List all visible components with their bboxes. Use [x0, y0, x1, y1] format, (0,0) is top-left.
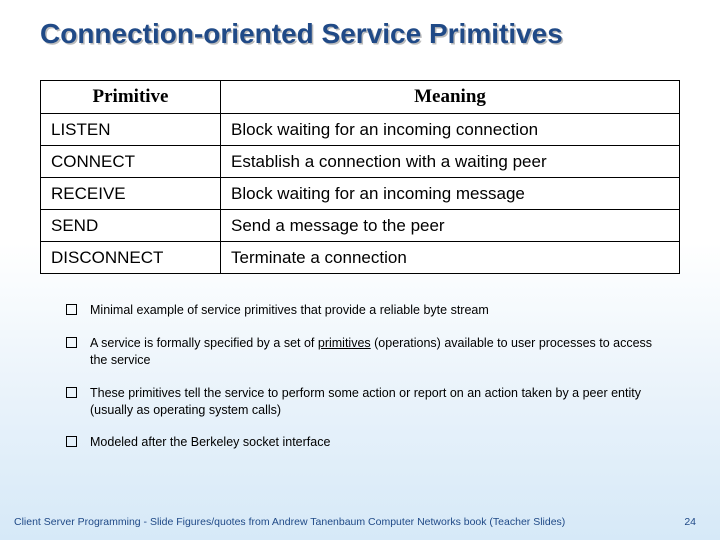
primitives-table: Primitive Meaning LISTEN Block waiting f… [40, 80, 680, 274]
list-item: These primitives tell the service to per… [66, 385, 670, 419]
cell-primitive: SEND [41, 210, 221, 242]
underlined-word: primitives [318, 336, 371, 350]
table-row: RECEIVE Block waiting for an incoming me… [41, 178, 680, 210]
table-row: LISTEN Block waiting for an incoming con… [41, 114, 680, 146]
cell-meaning: Establish a connection with a waiting pe… [221, 146, 680, 178]
page-number: 24 [684, 516, 696, 528]
slide-title: Connection-oriented Service Primitives [40, 18, 690, 50]
table-row: CONNECT Establish a connection with a wa… [41, 146, 680, 178]
cell-meaning: Block waiting for an incoming message [221, 178, 680, 210]
cell-primitive: CONNECT [41, 146, 221, 178]
list-item: Modeled after the Berkeley socket interf… [66, 434, 670, 451]
table-row: DISCONNECT Terminate a connection [41, 242, 680, 274]
cell-meaning: Block waiting for an incoming connection [221, 114, 680, 146]
table-row: SEND Send a message to the peer [41, 210, 680, 242]
cell-primitive: LISTEN [41, 114, 221, 146]
table-header-primitive: Primitive [41, 81, 221, 114]
slide-footer: Client Server Programming - Slide Figure… [0, 516, 720, 528]
cell-meaning: Send a message to the peer [221, 210, 680, 242]
cell-meaning: Terminate a connection [221, 242, 680, 274]
bullet-list: Minimal example of service primitives th… [66, 302, 670, 451]
table-header-meaning: Meaning [221, 81, 680, 114]
table-header-row: Primitive Meaning [41, 81, 680, 114]
list-item: Minimal example of service primitives th… [66, 302, 670, 319]
list-item: A service is formally specified by a set… [66, 335, 670, 369]
slide: Connection-oriented Service Primitives P… [0, 0, 720, 540]
cell-primitive: DISCONNECT [41, 242, 221, 274]
footer-text: Client Server Programming - Slide Figure… [14, 516, 565, 528]
cell-primitive: RECEIVE [41, 178, 221, 210]
